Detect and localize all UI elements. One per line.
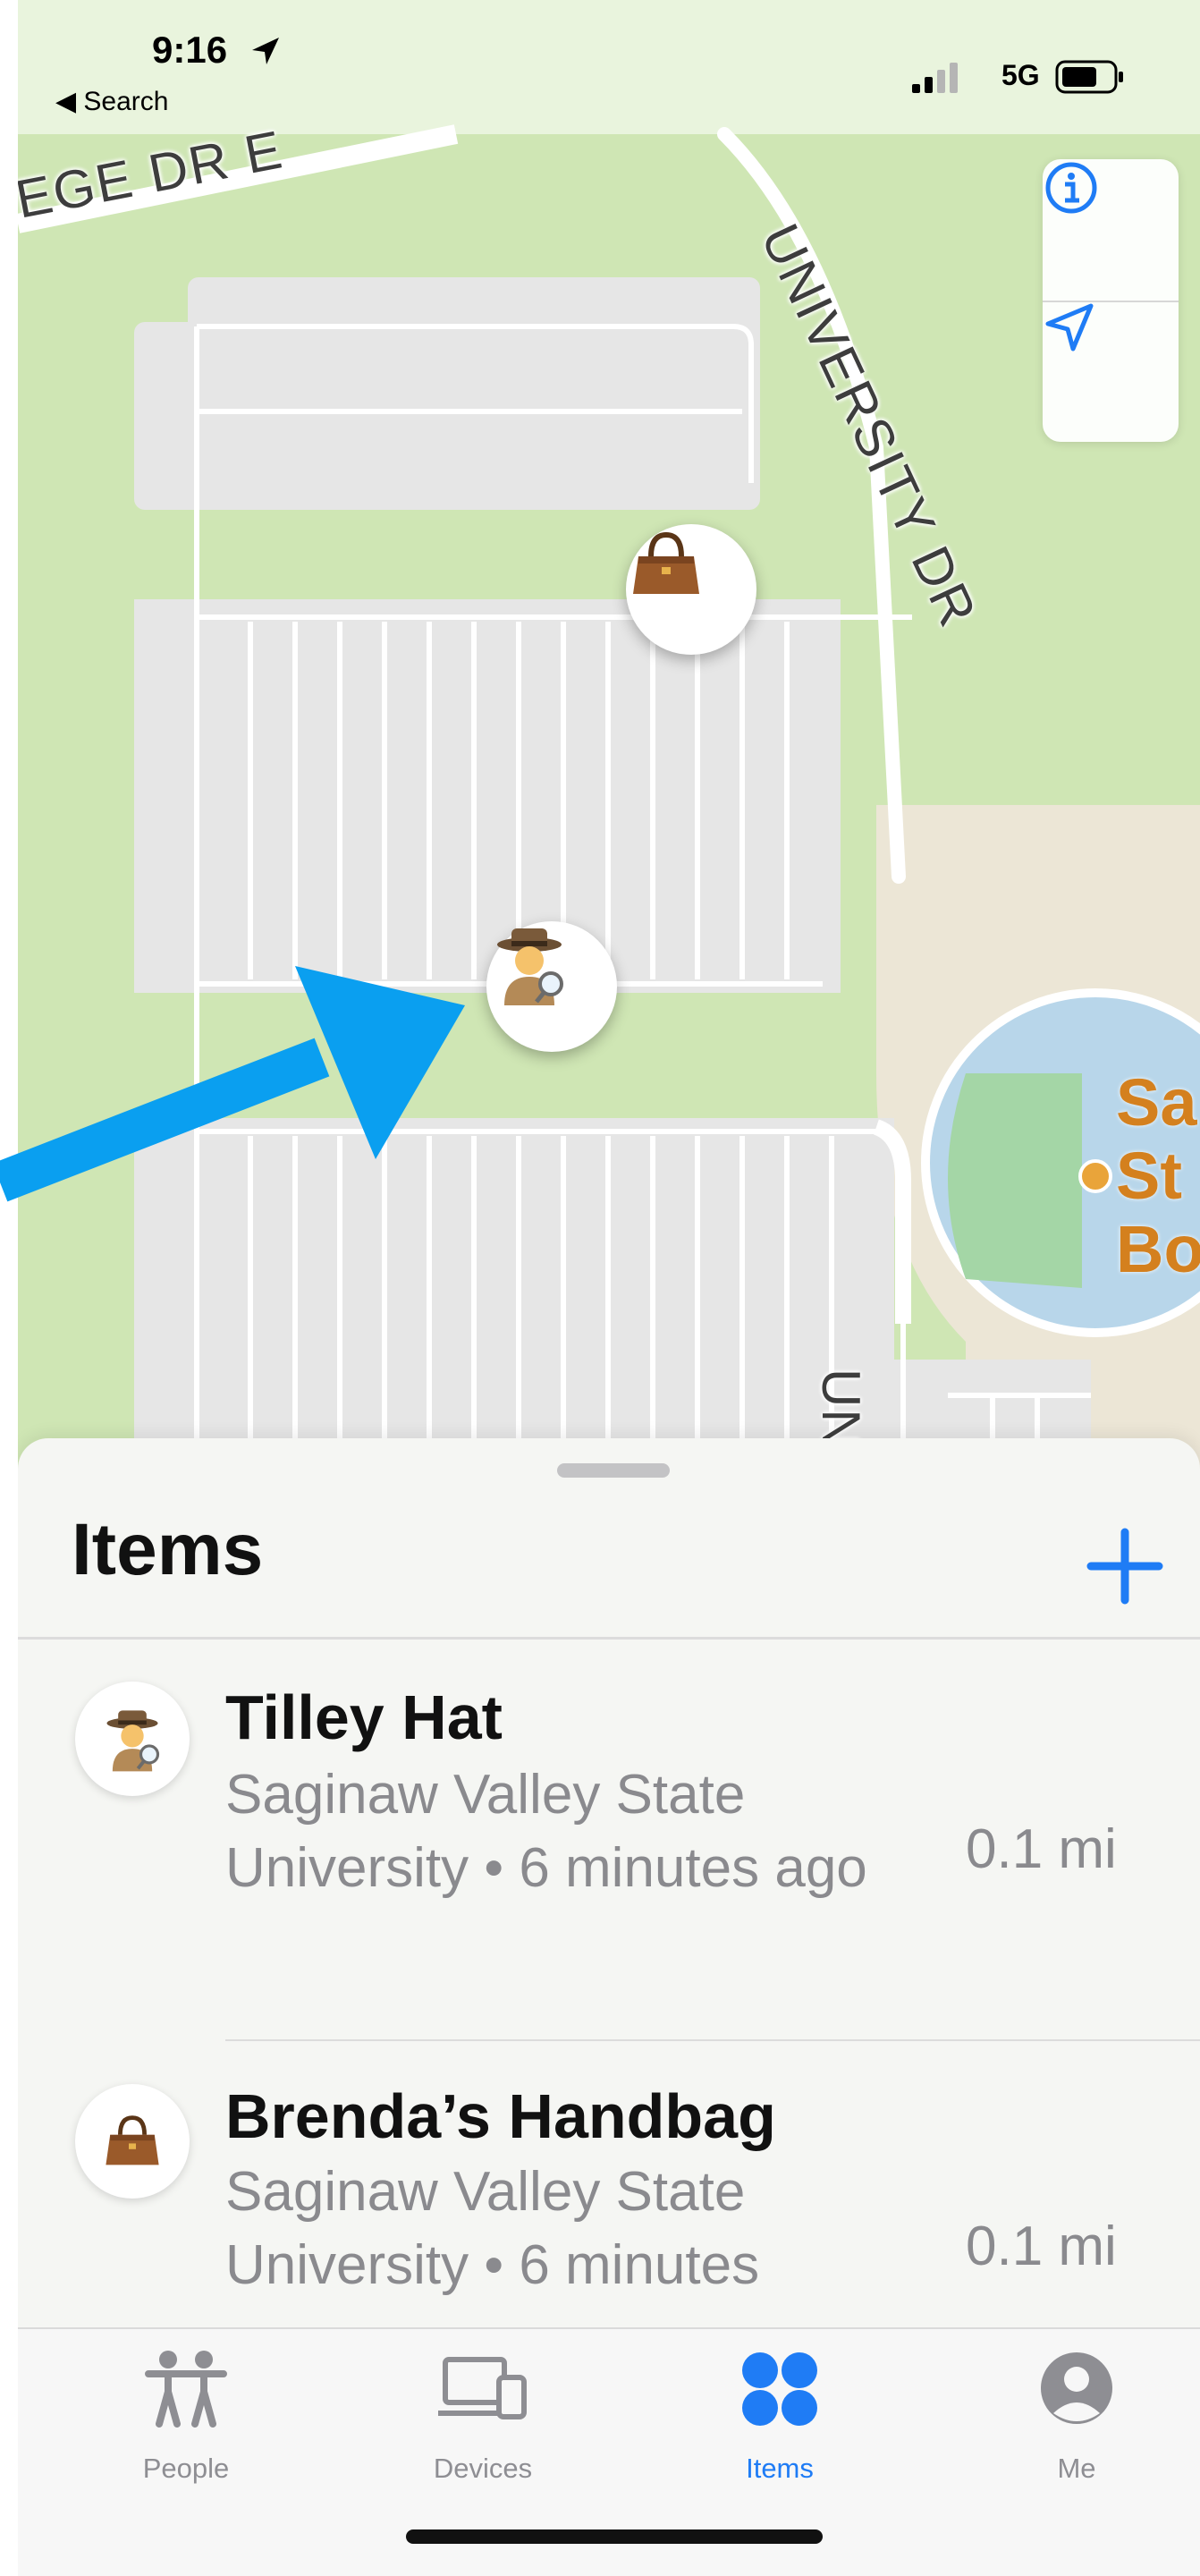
map-view[interactable]: EGE DR E UNIVERSITY DR UN Sa St Bo [18, 0, 1200, 1485]
tab-me[interactable]: Me [987, 2347, 1166, 2484]
item-avatar [75, 2084, 190, 2199]
item-location: Saginaw Valley State University • 6 minu… [225, 2161, 760, 2296]
sheet-divider [18, 1637, 1200, 1640]
sheet-grabber[interactable] [557, 1463, 670, 1478]
battery-icon [1055, 60, 1123, 94]
page-title: Items [72, 1509, 264, 1590]
item-avatar [75, 1682, 190, 1796]
map-controls [1043, 159, 1179, 442]
tab-devices[interactable]: Devices [393, 2347, 572, 2484]
network-type: 5G [1001, 59, 1040, 91]
status-bar: 9:16 ◀ Search 5G [18, 0, 1200, 134]
item-distance: 0.1 mi [966, 1818, 1117, 1880]
devices-icon [438, 2357, 527, 2419]
annotation-arrow-icon [0, 966, 465, 1202]
status-time: 9:16 [152, 29, 228, 71]
tab-label: People [142, 2453, 230, 2484]
tab-items[interactable]: Items [690, 2347, 869, 2484]
tab-label: Devices [433, 2453, 533, 2484]
item-name: Tilley Hat [225, 1682, 503, 1752]
find-my-screen: EGE DR E UNIVERSITY DR UN Sa St Bo 9:16 … [18, 0, 1200, 2576]
detective-icon [106, 1710, 160, 1772]
poi-marker-dot[interactable] [1078, 1159, 1112, 1193]
back-to-search-link[interactable]: ◀ Search [55, 86, 168, 117]
items-icon [742, 2352, 817, 2426]
people-icon [145, 2351, 227, 2428]
tab-people[interactable]: People [97, 2347, 275, 2484]
item-name: Brenda’s Handbag [225, 2081, 776, 2151]
tab-label: Items [746, 2453, 814, 2484]
map-canvas [18, 0, 1200, 1485]
list-item[interactable]: Tilley Hat Saginaw Valley State Universi… [18, 1653, 1200, 2054]
item-distance: 0.1 mi [966, 2216, 1117, 2277]
item-location: Saginaw Valley State University • 6 minu… [225, 1764, 867, 1899]
map-locate-button[interactable] [1043, 301, 1179, 442]
location-arrow-icon [1045, 303, 1094, 352]
info-icon [1045, 162, 1097, 214]
detective-map-pin[interactable] [486, 921, 617, 1052]
location-services-icon [252, 38, 279, 64]
home-indicator[interactable] [406, 2529, 823, 2544]
map-info-button[interactable] [1043, 159, 1179, 302]
poi-label[interactable]: Sa St Bo [1116, 1066, 1200, 1286]
plus-icon[interactable] [1082, 1523, 1168, 1609]
tab-label: Me [1057, 2453, 1096, 2484]
person-icon [1041, 2352, 1112, 2424]
handbag-map-pin[interactable] [626, 524, 756, 655]
handbag-icon [633, 531, 699, 594]
cellular-signal-icon [912, 63, 958, 93]
row-divider [225, 2039, 1200, 2041]
handbag-icon [106, 2115, 159, 2165]
